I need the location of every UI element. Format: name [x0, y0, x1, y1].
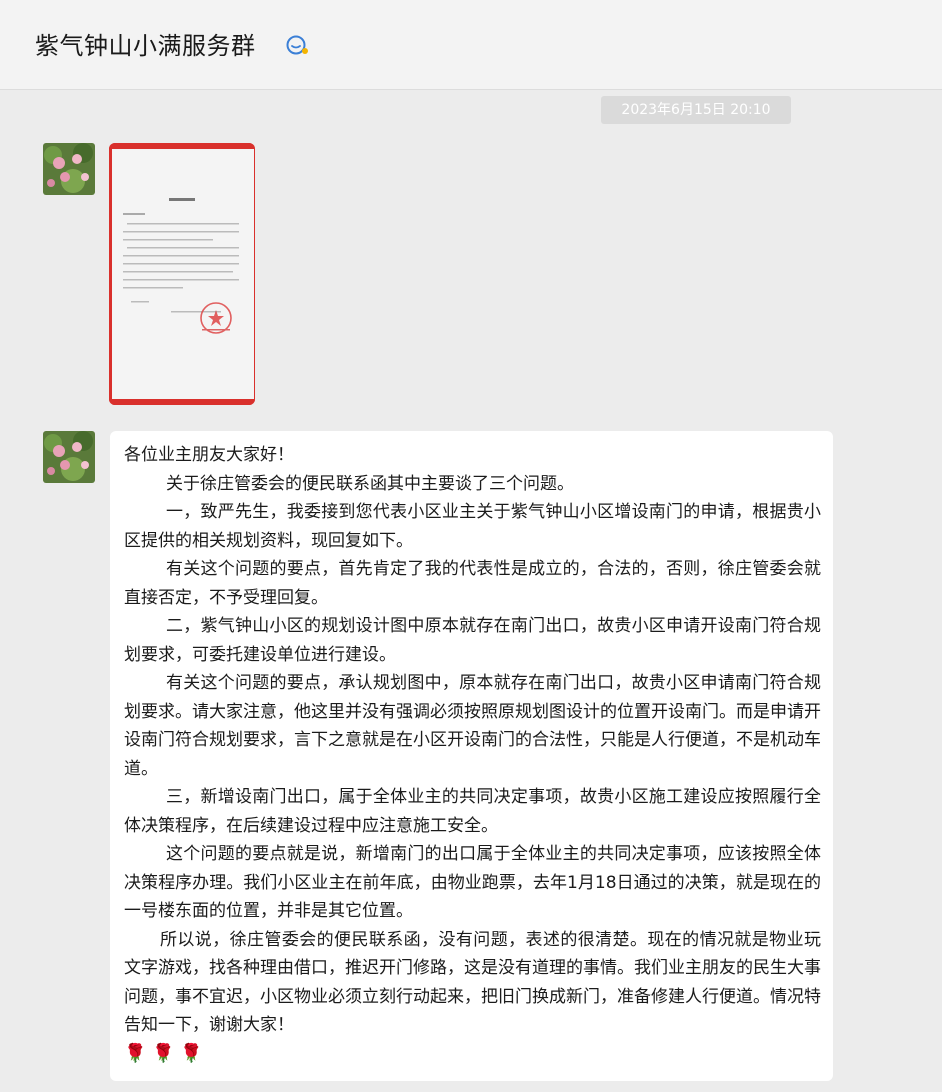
message-paragraph: 有关这个问题的要点，首先肯定了我的代表性是成立的，合法的，否则，徐庄管委会就直接…: [124, 559, 821, 608]
message-paragraph: 一，致严先生，我委接到您代表小区业主关于紫气钟山小区增设南门的申请，根据贵小区提…: [124, 502, 821, 551]
chat-header: 紫气钟山小满服务群: [0, 0, 942, 90]
image-message[interactable]: [109, 143, 255, 405]
message-paragraph: 所以说，徐庄管委会的便民联系函，没有问题，表述的很清楚。现在的情况就是物业玩文字…: [124, 929, 821, 1036]
sender-avatar[interactable]: [43, 431, 95, 483]
text-message-bubble[interactable]: 各位业主朋友大家好！ 关于徐庄管委会的便民联系函其中主要谈了三个问题。 一，致严…: [110, 431, 833, 1081]
message-paragraph: 三，新增设南门出口，属于全体业主的共同决定事项，故贵小区施工建设应按照履行全体决…: [124, 787, 821, 836]
message-paragraph: 有关这个问题的要点，承认规划图中，原本就存在南门出口，故贵小区申请南门符合规划要…: [124, 673, 821, 779]
rose-emoji: 🌹 🌹 🌹: [124, 1042, 203, 1064]
message-paragraph: 二，紫气钟山小区的规划设计图中原本就存在南门出口，故贵小区申请开设南门符合规划要…: [124, 616, 821, 665]
chat-title[interactable]: 紫气钟山小满服务群: [35, 26, 256, 61]
message-paragraph: 关于徐庄管委会的便民联系函其中主要谈了三个问题。: [166, 473, 574, 494]
message-timestamp: 2023年6月15日 20:10: [601, 96, 791, 124]
message-paragraph: 各位业主朋友大家好！: [124, 445, 294, 465]
group-service-icon[interactable]: [285, 34, 311, 56]
sender-avatar[interactable]: [43, 143, 95, 195]
message-paragraph: 这个问题的要点就是说，新增南门的出口属于全体业主的共同决定事项，应该按照全体决策…: [124, 844, 821, 921]
